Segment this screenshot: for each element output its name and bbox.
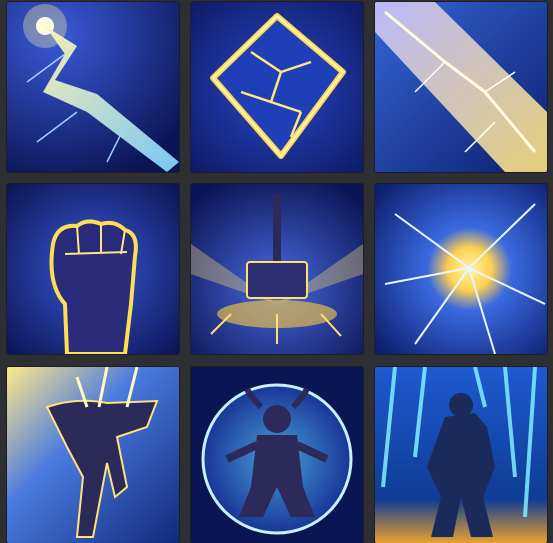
- ability-icon-grid: [0, 0, 553, 543]
- lightning-storm-warrior-icon: [375, 367, 547, 543]
- lightning-burst-icon: [375, 184, 547, 354]
- struck-hero-icon: [7, 367, 179, 543]
- ability-tile-cracked-crystal[interactable]: [191, 2, 363, 172]
- lightning-beam-icon: [375, 2, 547, 172]
- ability-tile-lightning-fist[interactable]: [7, 184, 179, 354]
- ability-tile-lightning-bolt[interactable]: [7, 2, 179, 172]
- ability-tile-lightning-burst[interactable]: [375, 184, 547, 354]
- ability-tile-lightning-sphere[interactable]: [191, 367, 363, 543]
- ability-tile-struck-hero[interactable]: [7, 367, 179, 543]
- hammer-strike-icon: [191, 184, 363, 354]
- ability-tile-lightning-beam[interactable]: [375, 2, 547, 172]
- cracked-crystal-shield-icon: [191, 2, 363, 172]
- lightning-fist-icon: [7, 184, 179, 354]
- ability-tile-hammer-strike[interactable]: [191, 184, 363, 354]
- lightning-bolt-icon: [7, 2, 179, 172]
- ability-tile-lightning-storm[interactable]: [375, 367, 547, 543]
- lightning-sphere-minotaur-icon: [191, 367, 363, 543]
